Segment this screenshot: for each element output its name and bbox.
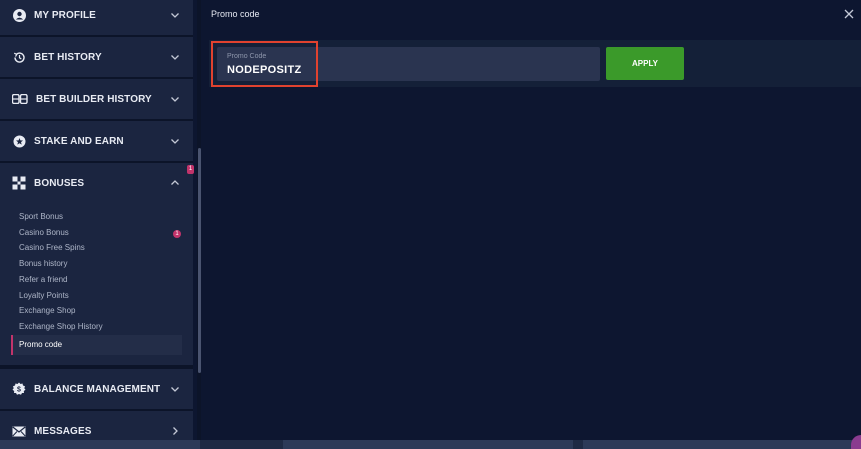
bottom-strip-segment [583, 440, 853, 449]
close-icon[interactable] [843, 8, 855, 20]
sidebar-item-bonuses[interactable]: BONUSES [0, 163, 193, 203]
submenu-item-exchange-shop-history[interactable]: Exchange Shop History [19, 320, 103, 334]
balance-icon: $ [12, 382, 26, 396]
bottom-strip-segment [283, 440, 573, 449]
submenu-active-indicator [11, 335, 13, 355]
bet-builder-icon [12, 92, 28, 106]
sidebar-item-label: STAKE AND EARN [34, 135, 124, 147]
chevron-up-icon [171, 180, 179, 185]
sidebar-item-my-profile[interactable]: MY PROFILE [0, 0, 193, 35]
corner-accent [851, 435, 861, 449]
sidebar-item-label: MESSAGES [34, 425, 92, 437]
history-icon [12, 50, 26, 64]
chevron-down-icon [171, 387, 179, 392]
submenu-item-loyalty-points[interactable]: Loyalty Points [19, 289, 69, 303]
sidebar-item-label: BET HISTORY [34, 51, 102, 63]
submenu-item-casino-free-spins[interactable]: Casino Free Spins [19, 241, 85, 255]
bottom-strip [0, 440, 861, 449]
promo-code-field[interactable]: Promo Code [217, 47, 600, 81]
sidebar-item-stake-and-earn[interactable]: STAKE AND EARN [0, 121, 193, 161]
bottom-strip-segment [0, 440, 200, 449]
sidebar-item-label: BALANCE MANAGEMENT [34, 383, 161, 395]
submenu-item-promo-code[interactable]: Promo code [19, 338, 62, 352]
envelope-icon [12, 424, 26, 438]
sidebar-item-balance-management[interactable]: $ BALANCE MANAGEMENT [0, 369, 193, 409]
chevron-down-icon [171, 55, 179, 60]
bonuses-count-badge: 1 [187, 165, 194, 174]
submenu-item-refer-a-friend[interactable]: Refer a friend [19, 273, 67, 287]
svg-text:$: $ [17, 387, 21, 394]
chevron-down-icon [171, 97, 179, 102]
promo-code-label: Promo Code [227, 53, 267, 60]
sidebar-item-label: MY PROFILE [34, 9, 96, 21]
casino-bonus-count-badge: 1 [173, 230, 181, 238]
promo-code-input[interactable] [227, 64, 587, 76]
stake-icon [12, 134, 26, 148]
sidebar-item-label: BONUSES [34, 177, 85, 189]
apply-button[interactable]: APPLY [606, 47, 684, 80]
chevron-down-icon [171, 139, 179, 144]
chevron-right-icon [173, 427, 178, 435]
gift-icon [12, 176, 26, 190]
sidebar-item-bet-builder-history[interactable]: BET BUILDER HISTORY [0, 79, 193, 119]
user-icon [12, 8, 26, 22]
sidebar-scrollbar-thumb[interactable] [198, 148, 201, 373]
chevron-down-icon [171, 13, 179, 18]
sidebar-item-label: BET BUILDER HISTORY [36, 93, 152, 105]
submenu-item-casino-bonus[interactable]: Casino Bonus [19, 226, 69, 240]
submenu-item-exchange-shop[interactable]: Exchange Shop [19, 304, 76, 318]
submenu-item-bonus-history[interactable]: Bonus history [19, 257, 67, 271]
page-title: Promo code [211, 9, 260, 19]
panel-header: Promo code [201, 0, 861, 32]
submenu-item-sport-bonus[interactable]: Sport Bonus [19, 210, 63, 224]
sidebar-item-bet-history[interactable]: BET HISTORY [0, 37, 193, 77]
